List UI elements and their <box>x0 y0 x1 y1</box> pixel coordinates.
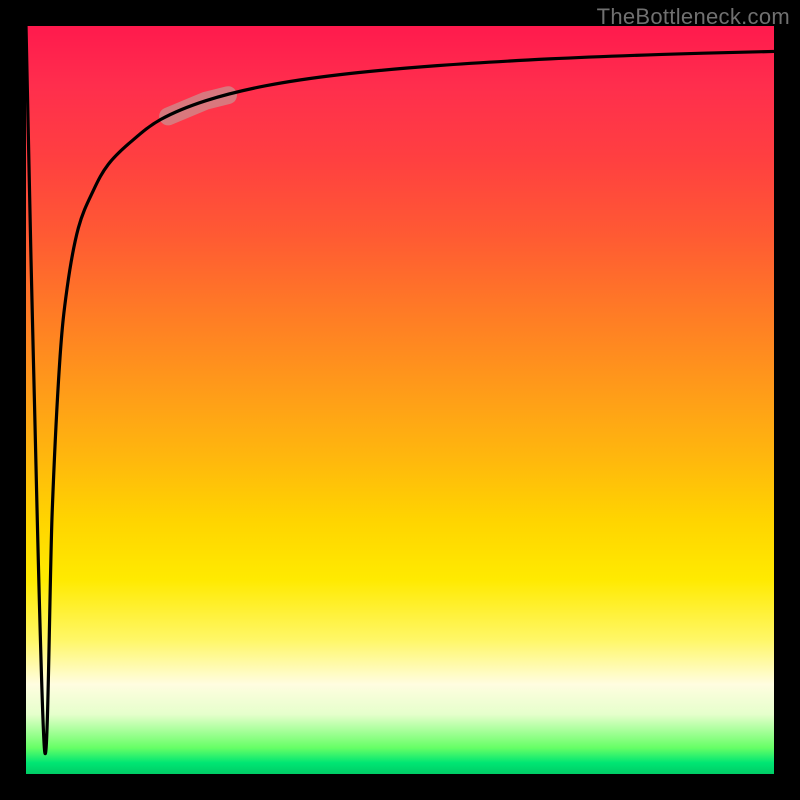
plot-area <box>26 26 774 774</box>
bottleneck-curve <box>26 26 774 754</box>
curve-layer <box>26 26 774 774</box>
chart-root: TheBottleneck.com <box>0 0 800 800</box>
attribution-label: TheBottleneck.com <box>597 4 790 30</box>
